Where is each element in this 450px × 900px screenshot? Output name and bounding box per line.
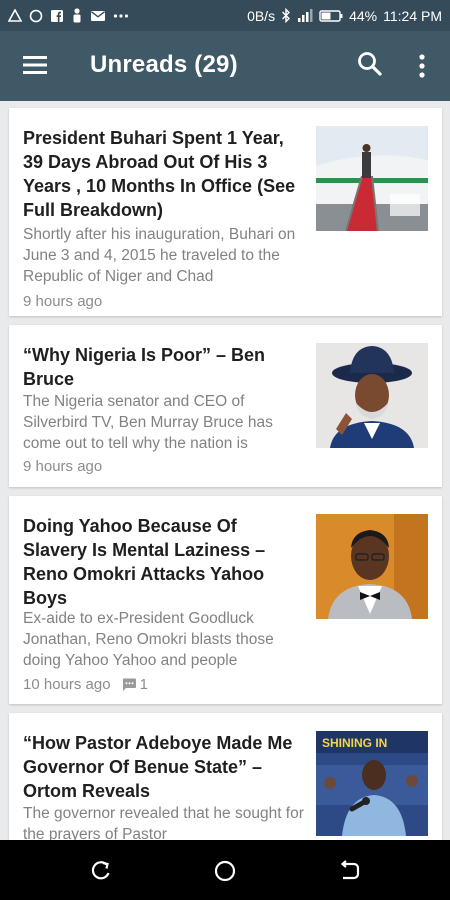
article-time: 9 hours ago bbox=[23, 293, 103, 310]
article-title: “How Pastor Adeboye Made Me Governor Of … bbox=[23, 733, 293, 801]
facebook-icon bbox=[50, 9, 64, 23]
article-thumbnail bbox=[316, 514, 428, 619]
search-icon bbox=[358, 52, 382, 76]
recents-button[interactable] bbox=[88, 858, 114, 884]
bluetooth-icon bbox=[281, 8, 291, 23]
menu-button[interactable] bbox=[22, 54, 48, 76]
signal-icon bbox=[297, 9, 313, 22]
article-card[interactable]: “How Pastor Adeboye Made Me Governor Of … bbox=[9, 713, 442, 840]
article-title: President Buhari Spent 1 Year, 39 Days A… bbox=[23, 128, 296, 220]
chat-bubble-icon bbox=[29, 9, 43, 23]
article-excerpt: Ex-aide to ex-President Goodluck Jonatha… bbox=[23, 610, 274, 669]
airplane-stairs-image bbox=[316, 126, 428, 231]
article-card[interactable]: “Why Nigeria Is Poor” – Ben Bruce The Ni… bbox=[9, 325, 442, 487]
clock: 11:24 PM bbox=[383, 7, 442, 24]
back-icon bbox=[340, 860, 360, 880]
article-title: Doing Yahoo Because Of Slavery Is Mental… bbox=[23, 516, 266, 608]
article-thumbnail bbox=[316, 126, 428, 231]
battery-icon bbox=[319, 9, 343, 22]
menu-icon bbox=[23, 56, 47, 74]
battery-percent: 44% bbox=[349, 7, 378, 24]
status-bar: 0B/s 44% 11:24 PM bbox=[0, 0, 450, 31]
pastor-with-microphone-image: SHINING IN bbox=[316, 731, 428, 836]
article-card[interactable]: Doing Yahoo Because Of Slavery Is Mental… bbox=[9, 496, 442, 704]
article-meta: 9 hours ago bbox=[23, 293, 102, 310]
recents-icon bbox=[91, 861, 110, 880]
system-nav-bar bbox=[0, 840, 450, 900]
page-title: Unreads (29) bbox=[90, 51, 238, 78]
article-thumbnail bbox=[316, 343, 428, 448]
status-system: 0B/s 44% 11:24 PM bbox=[247, 8, 442, 24]
article-meta: 10 hours ago 1 bbox=[23, 676, 148, 693]
article-time: 9 hours ago bbox=[23, 458, 103, 475]
article-list: President Buhari Spent 1 Year, 39 Days A… bbox=[0, 101, 450, 840]
article-time: 10 hours ago bbox=[23, 676, 111, 693]
comment-icon bbox=[122, 678, 136, 691]
person-icon bbox=[71, 8, 83, 23]
home-icon bbox=[214, 860, 236, 882]
search-button[interactable] bbox=[357, 51, 383, 79]
article-thumbnail: SHINING IN bbox=[316, 731, 428, 836]
comment-count: 1 bbox=[139, 676, 148, 693]
back-button[interactable] bbox=[336, 858, 362, 884]
article-excerpt: Shortly after his inauguration, Buhari o… bbox=[23, 226, 296, 285]
article-card[interactable]: President Buhari Spent 1 Year, 39 Days A… bbox=[9, 108, 442, 316]
more-options-button[interactable] bbox=[415, 53, 429, 79]
man-in-bowtie-image bbox=[316, 514, 428, 619]
article-excerpt: The governor revealed that he sought for… bbox=[23, 805, 304, 840]
banner-text: SHINING IN bbox=[322, 736, 387, 750]
article-title: “Why Nigeria Is Poor” – Ben Bruce bbox=[23, 345, 266, 389]
article-meta: 9 hours ago bbox=[23, 458, 102, 475]
warning-icon bbox=[8, 9, 22, 22]
more-vert-icon bbox=[419, 54, 425, 78]
home-button[interactable] bbox=[212, 858, 238, 884]
status-notifications bbox=[8, 8, 129, 23]
app-bar: Unreads (29) bbox=[0, 31, 450, 101]
man-in-hat-image bbox=[316, 343, 428, 448]
mail-icon bbox=[90, 10, 106, 22]
article-excerpt: The Nigeria senator and CEO of Silverbir… bbox=[23, 393, 273, 452]
more-notifications-icon bbox=[113, 13, 129, 19]
network-speed: 0B/s bbox=[247, 7, 276, 24]
